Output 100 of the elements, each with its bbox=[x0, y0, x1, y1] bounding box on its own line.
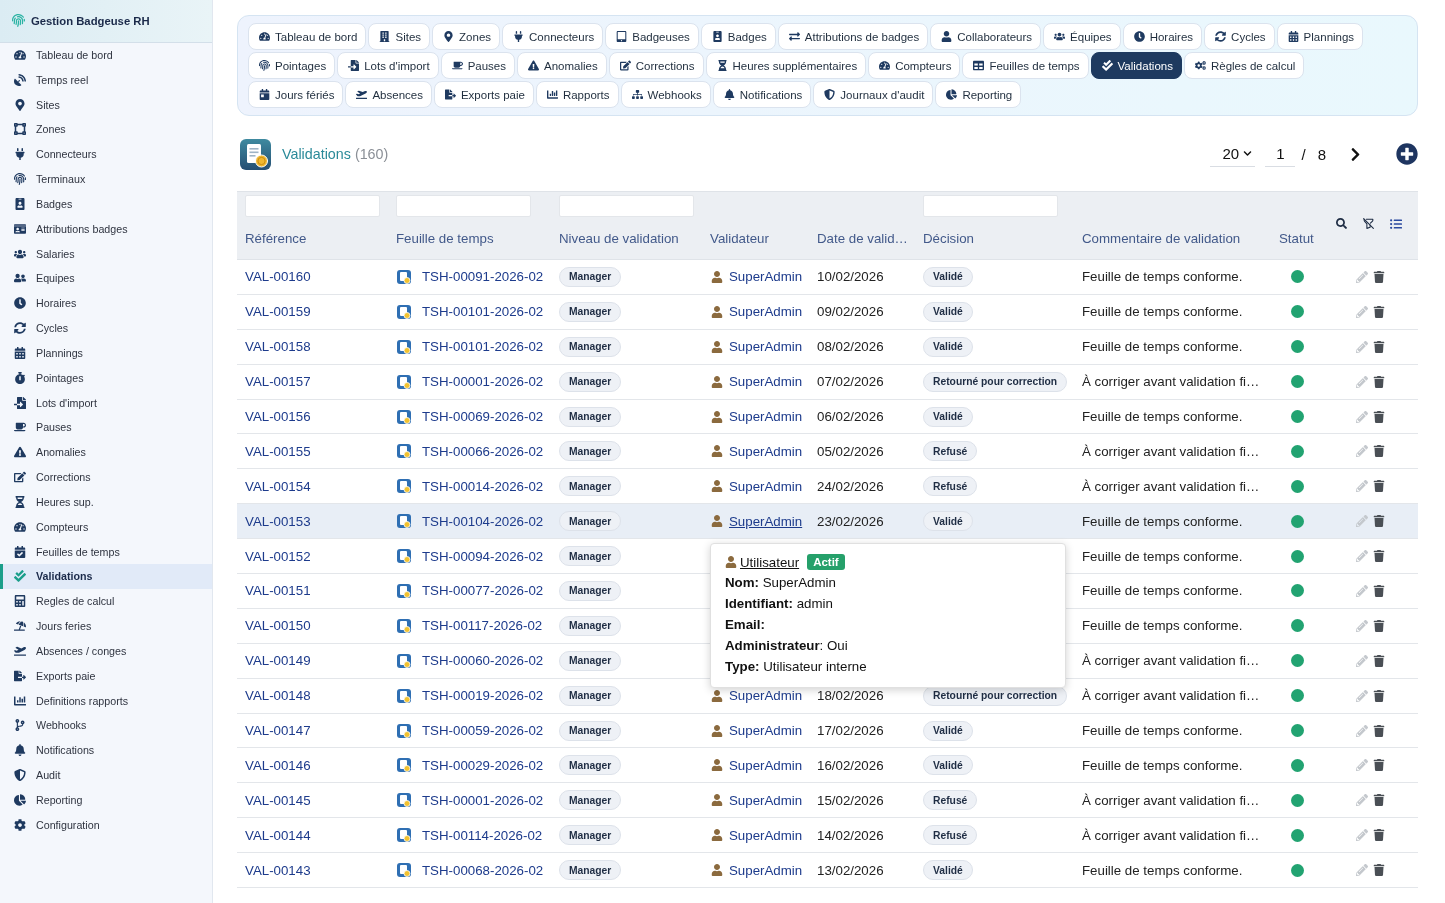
sidebar-item[interactable]: Temps reel bbox=[0, 67, 212, 93]
sidebar-item[interactable]: Exports paie bbox=[0, 663, 212, 689]
nav-tab[interactable]: Règles de calcul bbox=[1183, 52, 1305, 79]
filter-off-icon[interactable] bbox=[1362, 217, 1375, 230]
timesheet-link[interactable]: TSH-00101-2026-02 bbox=[422, 304, 544, 320]
reference-link[interactable]: VAL-00155 bbox=[245, 443, 311, 459]
sidebar-item[interactable]: Zones bbox=[0, 117, 212, 142]
column-header[interactable]: Décision bbox=[923, 231, 974, 246]
timesheet-link[interactable]: TSH-00094-2026-02 bbox=[422, 548, 544, 564]
filter-input[interactable] bbox=[559, 195, 694, 217]
page-input[interactable]: 1 bbox=[1265, 141, 1296, 167]
reference-link[interactable]: VAL-00144 bbox=[245, 827, 311, 843]
validator-link[interactable]: SuperAdmin bbox=[729, 827, 803, 843]
trash-icon[interactable] bbox=[1373, 305, 1385, 318]
timesheet-link[interactable]: TSH-00101-2026-02 bbox=[422, 339, 544, 355]
nav-tab[interactable]: Zones bbox=[432, 23, 501, 50]
reference-link[interactable]: VAL-00146 bbox=[245, 757, 311, 773]
search-icon[interactable] bbox=[1336, 218, 1347, 229]
sidebar-item[interactable]: Heures sup. bbox=[0, 489, 212, 515]
reference-link[interactable]: VAL-00157 bbox=[245, 374, 311, 390]
user-link[interactable]: Utilisateur bbox=[740, 554, 800, 570]
nav-tab[interactable]: Pointages bbox=[248, 52, 336, 79]
nav-tab[interactable]: Exports paie bbox=[433, 81, 534, 108]
reference-link[interactable]: VAL-00160 bbox=[245, 269, 311, 285]
reference-link[interactable]: VAL-00145 bbox=[245, 792, 311, 808]
sidebar-item[interactable]: Configuration bbox=[0, 812, 212, 838]
timesheet-link[interactable]: TSH-00117-2026-02 bbox=[422, 618, 543, 634]
sidebar-item[interactable]: Badges bbox=[0, 191, 212, 217]
nav-tab[interactable]: Feuilles de temps bbox=[962, 52, 1089, 79]
nav-tab[interactable]: Rapports bbox=[535, 81, 619, 108]
sidebar-item[interactable]: Plannings bbox=[0, 340, 212, 366]
filter-input[interactable] bbox=[396, 195, 531, 217]
sidebar-item[interactable]: Compteurs bbox=[0, 514, 212, 540]
validator-link[interactable]: SuperAdmin bbox=[729, 792, 803, 808]
trash-icon[interactable] bbox=[1373, 480, 1385, 493]
sidebar-item[interactable]: Salaries bbox=[0, 241, 212, 267]
reference-link[interactable]: VAL-00156 bbox=[245, 409, 311, 424]
page-size-select[interactable]: 20 bbox=[1210, 141, 1256, 167]
trash-icon[interactable] bbox=[1373, 759, 1385, 772]
reference-link[interactable]: VAL-00148 bbox=[245, 688, 311, 704]
sidebar-item[interactable]: Reporting bbox=[0, 787, 212, 813]
filter-input[interactable] bbox=[923, 195, 1058, 217]
nav-tab[interactable]: Pauses bbox=[440, 52, 515, 79]
validator-link[interactable]: SuperAdmin bbox=[729, 757, 803, 773]
nav-tab[interactable]: Corrections bbox=[608, 52, 704, 79]
timesheet-link[interactable]: TSH-00014-2026-02 bbox=[422, 478, 544, 494]
trash-icon[interactable] bbox=[1373, 550, 1385, 563]
nav-tab[interactable]: Compteurs bbox=[868, 52, 961, 79]
sidebar-item[interactable]: Terminaux bbox=[0, 166, 212, 192]
timesheet-link[interactable]: TSH-00114-2026-02 bbox=[422, 827, 543, 843]
timesheet-link[interactable]: TSH-00001-2026-02 bbox=[422, 792, 544, 808]
nav-tab[interactable]: Validations bbox=[1090, 52, 1182, 79]
sidebar-item[interactable]: Anomalies bbox=[0, 439, 212, 465]
validator-link[interactable]: SuperAdmin bbox=[729, 513, 803, 529]
trash-icon[interactable] bbox=[1373, 340, 1385, 353]
nav-tab[interactable]: Tableau de bord bbox=[248, 23, 367, 50]
nav-tab[interactable]: Journaux d'audit bbox=[813, 81, 934, 108]
validator-link[interactable]: SuperAdmin bbox=[729, 304, 803, 320]
sidebar-item[interactable]: Absences / conges bbox=[0, 638, 212, 664]
nav-tab[interactable]: Reporting bbox=[935, 81, 1022, 108]
column-header[interactable]: Date de valid… bbox=[817, 231, 908, 246]
sidebar-item[interactable]: Lots d'import bbox=[0, 390, 212, 415]
trash-icon[interactable] bbox=[1373, 410, 1385, 423]
sidebar-item[interactable]: Pauses bbox=[0, 415, 212, 440]
nav-tab[interactable]: Badgeuses bbox=[605, 23, 699, 50]
sidebar-item[interactable]: Pointages bbox=[0, 365, 212, 391]
sidebar-item[interactable]: Webhooks bbox=[0, 712, 212, 738]
trash-icon[interactable] bbox=[1373, 689, 1385, 702]
trash-icon[interactable] bbox=[1373, 375, 1385, 388]
nav-tab[interactable]: Collaborateurs bbox=[930, 23, 1042, 50]
nav-tab[interactable]: Équipes bbox=[1043, 23, 1121, 50]
reference-link[interactable]: VAL-00149 bbox=[245, 653, 311, 669]
column-header[interactable]: Référence bbox=[245, 231, 307, 246]
timesheet-link[interactable]: TSH-00091-2026-02 bbox=[422, 269, 544, 285]
trash-icon[interactable] bbox=[1373, 445, 1385, 458]
trash-icon[interactable] bbox=[1373, 829, 1385, 842]
nav-tab[interactable]: Horaires bbox=[1122, 23, 1203, 50]
reference-link[interactable]: VAL-00154 bbox=[245, 478, 311, 494]
timesheet-link[interactable]: TSH-00104-2026-02 bbox=[422, 513, 544, 529]
nav-tab[interactable]: Plannings bbox=[1276, 23, 1364, 50]
validator-link[interactable]: SuperAdmin bbox=[729, 374, 803, 390]
reference-link[interactable]: VAL-00159 bbox=[245, 304, 311, 320]
column-header[interactable]: Commentaire de validation bbox=[1082, 231, 1241, 246]
nav-tab[interactable]: Connecteurs bbox=[502, 23, 604, 50]
nav-tab[interactable]: Cycles bbox=[1204, 23, 1275, 50]
validator-link[interactable]: SuperAdmin bbox=[729, 862, 803, 878]
nav-tab[interactable]: Webhooks bbox=[620, 81, 711, 108]
sidebar-item[interactable]: Tableau de bord bbox=[0, 42, 212, 68]
validator-link[interactable]: SuperAdmin bbox=[729, 723, 803, 738]
trash-icon[interactable] bbox=[1373, 724, 1385, 737]
trash-icon[interactable] bbox=[1373, 584, 1385, 597]
timesheet-link[interactable]: TSH-00060-2026-02 bbox=[422, 653, 544, 669]
validator-link[interactable]: SuperAdmin bbox=[729, 443, 803, 459]
nav-tab[interactable]: Sites bbox=[368, 23, 431, 50]
sidebar-item[interactable]: Jours feries bbox=[0, 613, 212, 639]
validator-link[interactable]: SuperAdmin bbox=[729, 339, 803, 355]
column-header[interactable]: Validateur bbox=[710, 231, 769, 246]
column-header[interactable]: Statut bbox=[1279, 231, 1314, 246]
trash-icon[interactable] bbox=[1373, 794, 1385, 807]
timesheet-link[interactable]: TSH-00069-2026-02 bbox=[422, 409, 544, 424]
